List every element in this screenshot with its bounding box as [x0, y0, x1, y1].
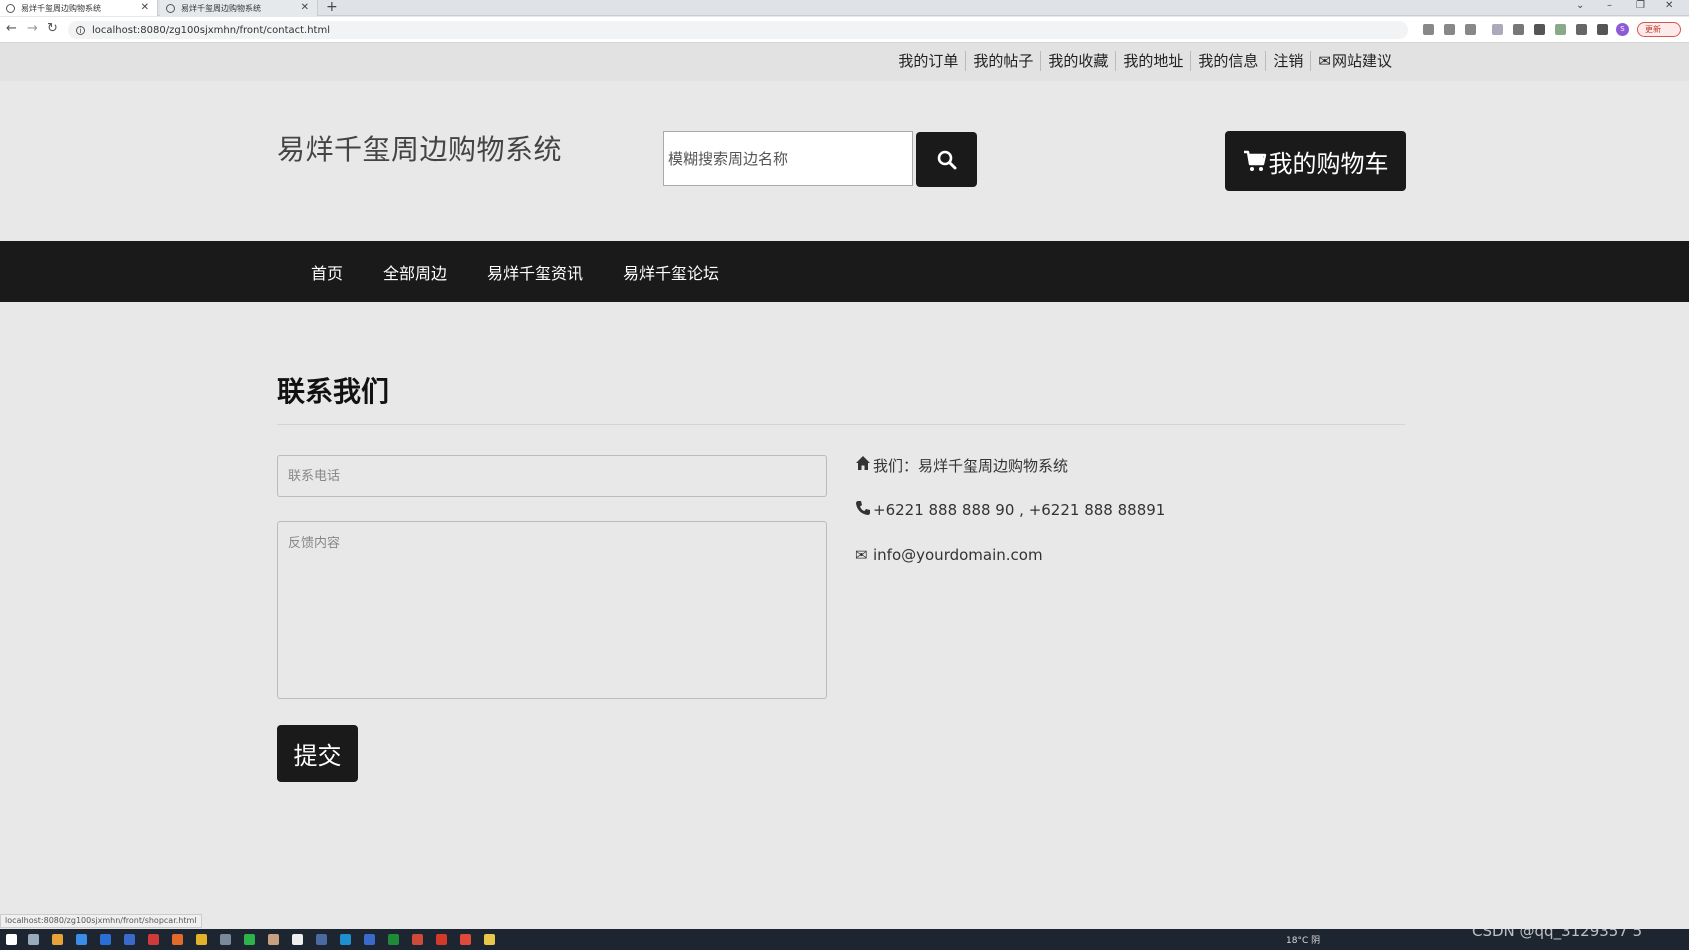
tab-title: 易烊千玺周边购物系统: [21, 3, 101, 13]
app-icon[interactable]: [316, 934, 327, 945]
app-icon[interactable]: [172, 934, 183, 945]
my-posts-link[interactable]: 我的帖子: [965, 51, 1040, 71]
contact-info: 我们：易烊千玺周边购物系统 +6221 888 888 90 , +6221 8…: [855, 455, 1165, 590]
image-extension-icon[interactable]: [1555, 24, 1566, 35]
back-icon[interactable]: ←: [6, 21, 17, 36]
wechat-icon[interactable]: [244, 934, 255, 945]
my-favorites-link[interactable]: 我的收藏: [1040, 51, 1115, 71]
phone-icon: [855, 500, 873, 520]
profile-avatar[interactable]: S: [1616, 23, 1629, 36]
my-address-link[interactable]: 我的地址: [1115, 51, 1190, 71]
web-page: 我的订单 我的帖子 我的收藏 我的地址 我的信息 注销 ✉网站建议 易烊千玺周边…: [0, 43, 1689, 929]
nav-forum[interactable]: 易烊千玺论坛: [623, 260, 719, 284]
globe-icon: [166, 3, 175, 13]
phone-row: +6221 888 888 90 , +6221 888 88891: [855, 500, 1165, 520]
start-icon[interactable]: [6, 934, 17, 945]
folder-icon[interactable]: [196, 934, 207, 945]
my-info-link[interactable]: 我的信息: [1190, 51, 1265, 71]
chrome-icon[interactable]: [52, 934, 63, 945]
tab-title: 易烊千玺周边购物系统: [181, 3, 261, 13]
restore-icon[interactable]: ❐: [1636, 0, 1645, 11]
app-icon[interactable]: [124, 934, 135, 945]
new-tab-icon[interactable]: +: [326, 0, 338, 15]
close-tab-icon[interactable]: ✕: [141, 2, 149, 13]
my-orders-link[interactable]: 我的订单: [891, 51, 965, 71]
app-icon[interactable]: [220, 934, 231, 945]
nav-news[interactable]: 易烊千玺资讯: [487, 260, 583, 284]
taskbar-search-icon[interactable]: [28, 934, 39, 945]
feedback-textarea[interactable]: [277, 521, 827, 699]
address-bar: ← → ↻ i localhost:8080/zg100sjxmhn/front…: [0, 17, 1689, 43]
address-row: 我们：易烊千玺周边购物系统: [855, 455, 1165, 475]
app-icon[interactable]: [148, 934, 159, 945]
url-text: localhost:8080/zg100sjxmhn/front/contact…: [92, 24, 330, 36]
extension-icon[interactable]: [1492, 24, 1503, 35]
search-input[interactable]: [663, 131, 913, 186]
user-top-nav: 我的订单 我的帖子 我的收藏 我的地址 我的信息 注销 ✉网站建议: [891, 51, 1399, 71]
window-close-icon[interactable]: ✕: [1665, 0, 1673, 11]
logout-link[interactable]: 注销: [1265, 51, 1310, 71]
app-icon[interactable]: [268, 934, 279, 945]
camera-extension-icon[interactable]: [1513, 24, 1524, 35]
app-icon[interactable]: [364, 934, 375, 945]
weather-widget[interactable]: 18°C 阴: [1286, 933, 1320, 946]
address-text: 我们：易烊千玺周边购物系统: [873, 456, 1069, 475]
app-icon[interactable]: [412, 934, 423, 945]
browser-tab-bar: 易烊千玺周边购物系统 ✕ 易烊千玺周边购物系统 ✕ + ⌄ – ❐ ✕: [0, 0, 1689, 16]
app-icon[interactable]: [292, 934, 303, 945]
share-icon[interactable]: [1444, 24, 1455, 35]
nav-all-products[interactable]: 全部周边: [383, 260, 447, 284]
nav-home[interactable]: 首页: [311, 260, 343, 284]
reload-icon[interactable]: ↻: [47, 21, 58, 36]
divider: [277, 424, 1405, 425]
globe-icon: [6, 3, 15, 13]
app-icon[interactable]: [76, 934, 87, 945]
page-title: 联系我们: [277, 375, 390, 408]
mail-icon: ✉: [855, 546, 868, 564]
home-icon: [855, 455, 873, 475]
cart-label: 我的购物车: [1268, 149, 1389, 178]
watermark: CSDN @qq_3129357 5: [1472, 922, 1643, 940]
app-icon[interactable]: [484, 934, 495, 945]
sidepanel-icon[interactable]: [1597, 24, 1608, 35]
url-field[interactable]: i localhost:8080/zg100sjxmhn/front/conta…: [68, 21, 1408, 39]
puzzle-icon[interactable]: [1576, 24, 1587, 35]
wps-icon[interactable]: [436, 934, 447, 945]
email-row: ✉ info@yourdomain.com: [855, 545, 1165, 565]
site-logo[interactable]: 易烊千玺周边购物系统: [277, 128, 562, 168]
status-link-preview: localhost:8080/zg100sjxmhn/front/shopcar…: [0, 914, 202, 928]
forward-icon[interactable]: →: [27, 21, 38, 36]
zoom-icon[interactable]: [1423, 24, 1434, 35]
app-icon[interactable]: [100, 934, 111, 945]
minimize-icon[interactable]: –: [1607, 0, 1612, 11]
browser-tab[interactable]: 易烊千玺周边购物系统 ✕: [160, 0, 318, 16]
excel-icon[interactable]: [388, 934, 399, 945]
w-extension-icon[interactable]: [1534, 24, 1545, 35]
email-text: info@yourdomain.com: [873, 546, 1043, 564]
tab-search-icon[interactable]: ⌄: [1576, 0, 1584, 11]
browser-tab-active[interactable]: 易烊千玺周边购物系统 ✕: [0, 0, 158, 16]
close-tab-icon[interactable]: ✕: [301, 2, 309, 13]
edge-icon[interactable]: [340, 934, 351, 945]
submit-button[interactable]: 提交: [277, 725, 358, 782]
app-icon[interactable]: [460, 934, 471, 945]
site-suggestion-label: 网站建议: [1331, 52, 1392, 70]
cart-icon: [1243, 150, 1266, 171]
phone-input[interactable]: [277, 455, 827, 497]
main-nav: 首页 全部周边 易烊千玺资讯 易烊千玺论坛: [0, 241, 1689, 302]
os-taskbar: 18°C 阴: [0, 929, 1689, 950]
envelope-icon: ✉: [1318, 52, 1331, 70]
bookmark-star-icon[interactable]: [1465, 24, 1476, 35]
top-strip: [0, 43, 1689, 81]
phone-text: +6221 888 888 90 , +6221 888 88891: [873, 501, 1166, 519]
update-button[interactable]: 更新: [1637, 22, 1681, 37]
site-suggestion-link[interactable]: ✉网站建议: [1310, 51, 1399, 71]
site-info-icon[interactable]: i: [76, 25, 85, 35]
search-button[interactable]: [916, 132, 977, 187]
search-icon: [937, 150, 956, 169]
my-cart-button[interactable]: 我的购物车: [1225, 131, 1406, 191]
